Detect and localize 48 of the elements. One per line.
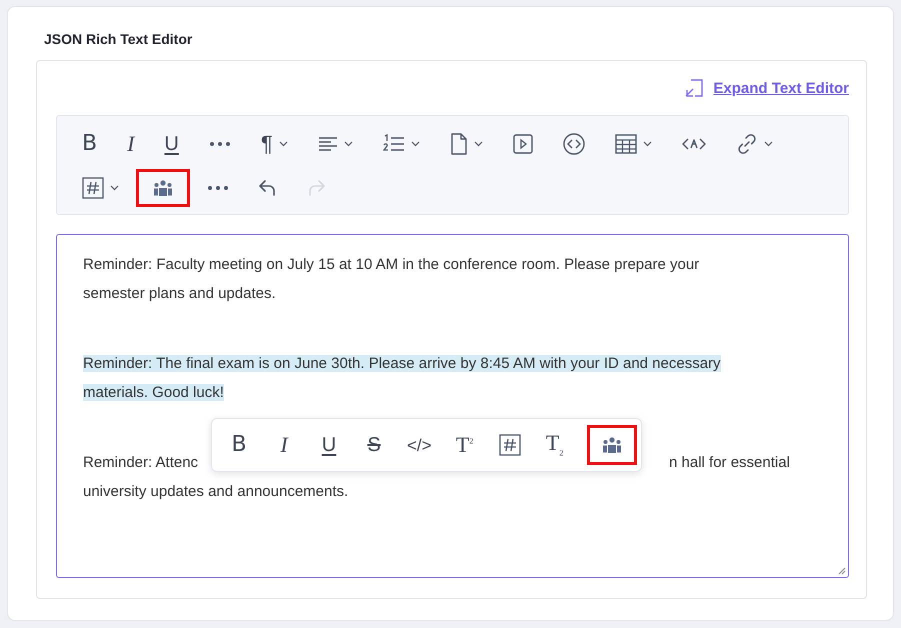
format-button[interactable]: T$^{2}$ — [444, 425, 486, 465]
numbered-list-icon — [382, 134, 405, 154]
format-button[interactable]: I — [263, 425, 305, 465]
link-icon — [736, 133, 758, 155]
format-button[interactable]: </> — [398, 425, 441, 465]
paragraph-text: Reminder: Attenc — [83, 454, 198, 471]
section-title: JSON Rich Text Editor — [44, 31, 194, 47]
expand-link[interactable]: Expand Text Editor — [713, 80, 849, 96]
paragraph-text: semester plans and updates. — [83, 285, 276, 302]
align-left-icon — [318, 136, 338, 152]
caret-icon — [278, 141, 288, 147]
toolbar-button[interactable] — [136, 169, 190, 207]
undo-icon — [259, 179, 277, 197]
caret-icon — [474, 141, 483, 147]
document-icon — [450, 133, 468, 155]
caret-icon — [642, 141, 652, 147]
paragraph-text: n hall for essential — [669, 454, 790, 471]
expand-icon — [685, 79, 704, 97]
format-button[interactable]: S — [353, 425, 395, 465]
play-icon — [512, 134, 533, 154]
people-icon — [153, 180, 173, 196]
toolbar-button[interactable]: I — [114, 125, 148, 163]
format-button[interactable]: B — [218, 425, 260, 465]
people-icon — [602, 437, 622, 453]
redo-icon — [307, 179, 325, 197]
text-editor[interactable] — [56, 234, 849, 578]
code-circle-icon — [562, 133, 585, 155]
caret-icon — [764, 141, 773, 147]
format-button[interactable]: U — [308, 425, 350, 465]
format-button[interactable] — [586, 425, 637, 465]
code-icon — [682, 137, 706, 151]
toolbar-button[interactable]: U — [151, 125, 192, 163]
selected-text: materials. Good luck! — [83, 384, 224, 401]
more-icon — [208, 141, 231, 147]
caret-icon — [110, 185, 119, 191]
selected-text: Reminder: The final exam is on June 30th. Please arrive by 8:45 AM with your ID and necessary — [83, 355, 721, 372]
paragraph-text: Reminder: Faculty meeting on July 15 at 10 AM in the conference room. Please prepare your — [83, 256, 700, 273]
resize-handle-icon[interactable] — [838, 567, 846, 575]
toolbar-button[interactable]: ¶ — [248, 125, 301, 163]
more-icon — [207, 185, 229, 191]
hashtag-icon — [82, 177, 104, 199]
toolbar-button[interactable]: B — [69, 125, 110, 163]
caret-icon — [344, 141, 353, 147]
paragraph-text: university updates and announcements. — [83, 483, 348, 500]
table-icon — [614, 134, 637, 154]
caret-icon — [410, 141, 420, 147]
hashtag-icon — [498, 434, 521, 456]
format-button[interactable]: T$_{2}$ — [534, 425, 576, 465]
